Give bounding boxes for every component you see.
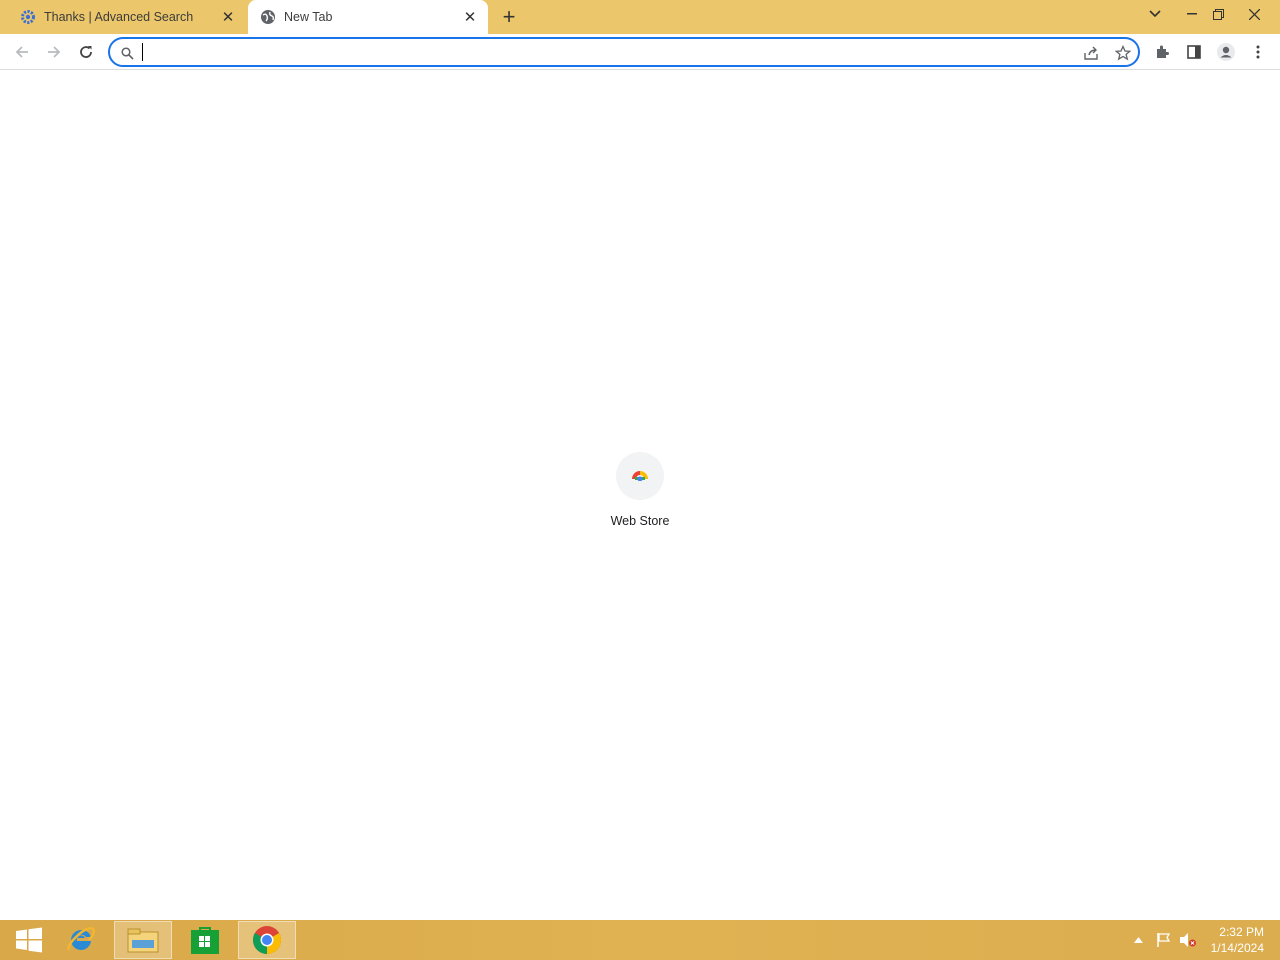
shortcut-tile	[616, 452, 664, 500]
new-tab-page: Web Store	[0, 70, 1280, 920]
text-caret	[142, 43, 143, 61]
volume-muted-icon[interactable]	[1176, 932, 1200, 948]
close-tab-icon[interactable]: ✕	[460, 7, 480, 27]
address-bar[interactable]	[108, 37, 1140, 67]
search-icon	[118, 44, 136, 62]
restore-icon[interactable]	[1202, 0, 1234, 28]
file-explorer-icon[interactable]	[114, 921, 172, 959]
profile-avatar-icon[interactable]	[1212, 38, 1240, 66]
menu-kebab-icon[interactable]	[1244, 38, 1272, 66]
store-icon[interactable]	[176, 921, 234, 959]
clock-date: 1/14/2024	[1210, 941, 1264, 955]
tab-title: Thanks | Advanced Search	[44, 10, 194, 24]
tab-title: New Tab	[284, 10, 333, 24]
forward-arrow-icon[interactable]	[40, 38, 68, 66]
chrome-icon[interactable]	[238, 921, 296, 959]
close-window-icon[interactable]	[1238, 0, 1270, 28]
new-tab-plus-icon[interactable]: +	[497, 4, 521, 29]
back-arrow-icon[interactable]	[8, 38, 36, 66]
shortcut-web-store[interactable]: Web Store	[590, 452, 690, 528]
system-tray	[1130, 920, 1200, 960]
show-hidden-icons-icon[interactable]	[1130, 937, 1146, 943]
taskbar-clock[interactable]: 2:32 PM 1/14/2024	[1211, 924, 1264, 956]
tab-advanced-search[interactable]: Thanks | Advanced Search ✕	[8, 0, 246, 34]
shortcut-label: Web Store	[610, 514, 670, 528]
share-icon[interactable]	[1082, 44, 1100, 62]
action-center-flag-icon[interactable]	[1152, 932, 1176, 948]
web-store-icon	[630, 467, 650, 486]
globe-icon	[260, 9, 276, 25]
internet-explorer-icon[interactable]	[52, 921, 110, 959]
extensions-puzzle-icon[interactable]	[1148, 38, 1176, 66]
tab-strip: Thanks | Advanced Search ✕ New Tab ✕ +	[0, 0, 1280, 34]
clock-time: 2:32 PM	[1219, 925, 1264, 939]
tab-search-chevron-icon[interactable]	[1139, 0, 1171, 28]
windows-taskbar: 2:32 PM 1/14/2024	[0, 920, 1280, 960]
browser-toolbar	[0, 34, 1280, 70]
close-tab-icon[interactable]: ✕	[218, 7, 238, 27]
bookmark-star-icon[interactable]	[1114, 44, 1132, 62]
address-input[interactable]	[140, 42, 1040, 62]
gear-favicon-icon	[20, 9, 36, 25]
windows-start-icon[interactable]	[0, 921, 58, 959]
reload-icon[interactable]	[72, 38, 100, 66]
side-panel-icon[interactable]	[1180, 38, 1208, 66]
tab-new-tab[interactable]: New Tab ✕	[248, 0, 488, 34]
